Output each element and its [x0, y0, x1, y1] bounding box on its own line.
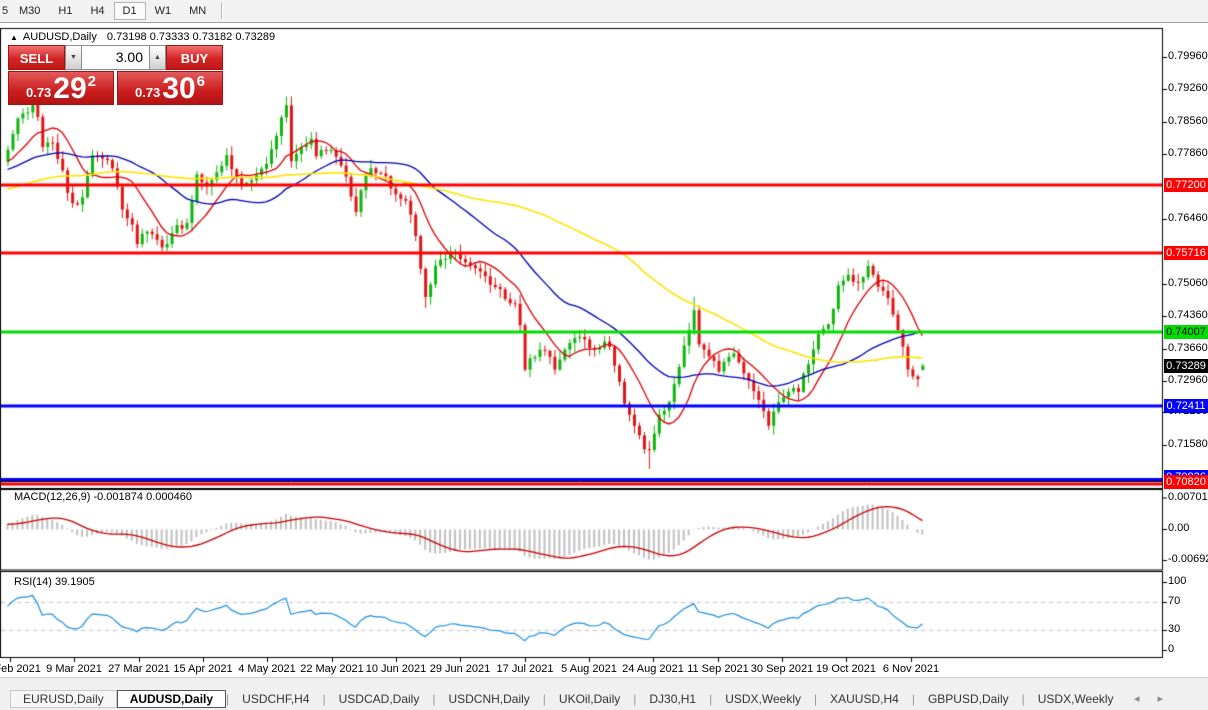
- tab-scroll-left-icon[interactable]: ◂: [1134, 692, 1140, 705]
- date-axis-label: 19 Oct 2021: [816, 663, 876, 675]
- price-axis-tick: 0.73660: [1168, 341, 1208, 354]
- macd-axis-tick: 0.007015: [1168, 491, 1208, 503]
- mt4-window: 5M30H1H4D1W1MN ▲AUDUSD,Daily0.73198 0.73…: [0, 0, 1208, 710]
- price-axis-tick: 0.74360: [1168, 309, 1208, 322]
- date-axis-label: 27 Mar 2021: [108, 663, 170, 675]
- macd-indicator-label: MACD(12,26,9) -0.001874 0.000460: [14, 491, 192, 503]
- price-axis-tick: 0.75060: [1168, 276, 1208, 289]
- rsi-axis-tick: 70: [1168, 595, 1181, 608]
- volume-increase-button[interactable]: ▲: [149, 45, 166, 70]
- horizontal-scrollbar[interactable]: [0, 677, 1208, 687]
- chart-tab-usdcnh-daily[interactable]: USDCNH,Daily: [435, 690, 542, 708]
- chart-tab-usdx-weekly[interactable]: USDX,Weekly: [712, 690, 814, 708]
- date-axis-label: 22 May 2021: [300, 663, 364, 675]
- chart-tab-eurusd-daily[interactable]: EURUSD,Daily: [10, 689, 117, 708]
- date-axis-label: 4 May 2021: [238, 663, 296, 675]
- rsi-axis-tick: 30: [1168, 622, 1181, 635]
- date-axis-label: 24 Aug 2021: [622, 663, 684, 675]
- date-axis-label: 18 Feb 2021: [0, 663, 41, 675]
- tab-scroll-arrows: ◂ ▸: [1134, 692, 1163, 705]
- volume-input[interactable]: 3.00: [82, 45, 149, 70]
- date-axis-label: 10 Jun 2021: [365, 663, 427, 675]
- date-axis-label: 29 Jun 2021: [429, 663, 491, 675]
- buy-price-prefix: 0.73: [134, 85, 161, 100]
- one-click-trading-panel: SELL ▼ 3.00 ▲ BUY 0.73 29 2 0.73 30 6: [8, 45, 223, 105]
- price-axis-tick: 0.71580: [1168, 437, 1208, 450]
- sell-price-big: 29: [53, 72, 87, 105]
- chart-symbol-title: AUDUSD,Daily: [22, 31, 97, 43]
- chart-tab-usdx-weekly[interactable]: USDX,Weekly: [1025, 690, 1127, 708]
- date-axis-label: 11 Sep 2021: [687, 663, 749, 675]
- buy-price-button[interactable]: 0.73 30 6: [117, 71, 223, 105]
- hline-price-label: 0.70820: [1164, 475, 1208, 489]
- rsi-axis-tick: 0: [1168, 643, 1175, 655]
- price-axis-tick: 0.72960: [1168, 373, 1208, 386]
- chart-tab-dj30-h1[interactable]: DJ30,H1: [636, 690, 709, 708]
- chart-tab-usdchf-h4[interactable]: USDCHF,H4: [229, 690, 322, 708]
- macd-axis-tick: 0.00: [1168, 522, 1190, 534]
- volume-decrease-button[interactable]: ▼: [65, 45, 82, 70]
- hline-price-label: 0.77200: [1164, 177, 1208, 192]
- sell-button[interactable]: SELL: [8, 45, 65, 70]
- sell-price-prefix: 0.73: [25, 85, 52, 100]
- buy-price-big: 30: [162, 72, 196, 105]
- hline-price-label: 0.74007: [1164, 325, 1208, 340]
- chart-tab-ukoil-daily[interactable]: UKOil,Daily: [546, 690, 633, 708]
- chart-tab-xauusd-h4[interactable]: XAUUSD,H4: [817, 690, 912, 708]
- sell-price-sup: 2: [87, 73, 97, 90]
- date-axis-label: 17 Jul 2021: [496, 663, 554, 675]
- price-axis-tick: 0.79960: [1168, 50, 1208, 62]
- chart-tab-usdcad-daily[interactable]: USDCAD,Daily: [326, 690, 433, 708]
- date-axis-label: 9 Mar 2021: [46, 663, 102, 675]
- rsi-indicator-label: RSI(14) 39.1905: [14, 576, 95, 588]
- sell-price-button[interactable]: 0.73 29 2: [8, 71, 114, 105]
- date-axis-label: 15 Apr 2021: [173, 663, 233, 675]
- current-price-label: 0.73289: [1164, 358, 1208, 373]
- chart-canvas[interactable]: [0, 0, 1208, 710]
- date-axis-label: 6 Nov 2021: [882, 663, 940, 675]
- date-axis-label: 30 Sep 2021: [750, 663, 814, 675]
- hline-price-label: 0.72411: [1164, 399, 1208, 414]
- macd-axis-tick: -0.006923: [1168, 553, 1208, 565]
- price-axis-tick: 0.79260: [1168, 82, 1208, 95]
- tab-scroll-right-icon[interactable]: ▸: [1157, 692, 1163, 705]
- buy-price-sup: 6: [196, 73, 206, 90]
- price-axis-tick: 0.77860: [1168, 147, 1208, 160]
- chart-tab-bar: EURUSD,Daily AUDUSD,Daily | USDCHF,H4 | USDCA…: [0, 687, 1208, 710]
- chart-header: ▲ AUDUSD,Daily 0.73198 0.73333 0.73182 0.7…: [10, 31, 275, 43]
- price-axis-tick: 0.78560: [1168, 114, 1208, 127]
- rsi-axis-tick: 100: [1168, 575, 1187, 587]
- chart-tab-gbpusd-daily[interactable]: GBPUSD,Daily: [915, 690, 1022, 708]
- chart-ohlc-values: 0.73198 0.73333 0.73182 0.73289: [106, 31, 276, 43]
- buy-button[interactable]: BUY: [166, 45, 223, 70]
- collapse-triangle-icon[interactable]: ▲: [10, 33, 18, 42]
- price-axis-tick: 0.76460: [1168, 211, 1208, 224]
- hline-price-label: 0.75716: [1164, 246, 1208, 261]
- chart-tab-audusd-daily[interactable]: AUDUSD,Daily: [116, 689, 227, 708]
- date-axis-label: 5 Aug 2021: [561, 663, 617, 675]
